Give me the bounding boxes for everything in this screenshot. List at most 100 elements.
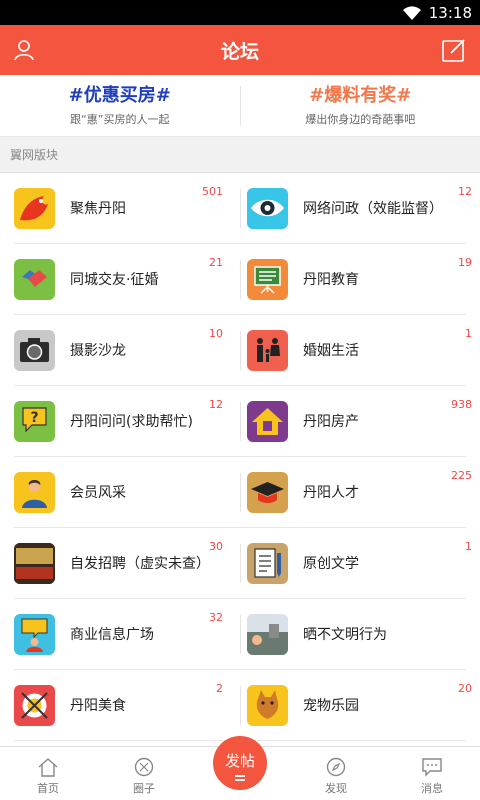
board-row: 会员风采 丹阳人才 225 — [14, 457, 472, 528]
page-title: 论坛 — [220, 40, 259, 63]
divider — [240, 473, 241, 512]
tab-circle[interactable]: 圈子 — [96, 747, 192, 800]
board-label: 丹阳教育 — [303, 272, 359, 288]
promo-subtitle: 爆出你身边的奇葩事吧 — [305, 113, 416, 126]
recruit-icon — [14, 542, 55, 584]
board-label: 晒不文明行为 — [303, 627, 387, 643]
promo-title: #爆料有奖# — [309, 85, 412, 106]
board-count: 19 — [458, 256, 472, 269]
question-icon: ? — [14, 400, 55, 442]
board-label: 聚焦丹阳 — [70, 201, 126, 217]
pet-icon — [247, 684, 288, 726]
tab-messages[interactable]: 消息 — [384, 747, 480, 800]
board-label: 婚姻生活 — [303, 343, 359, 359]
board-count: 12 — [209, 398, 223, 411]
handshake-icon — [14, 258, 55, 300]
tab-home[interactable]: 首页 — [0, 747, 96, 800]
compose-icon[interactable] — [441, 37, 467, 63]
eye-icon — [247, 187, 288, 229]
message-icon — [422, 758, 442, 777]
board-item[interactable]: 商业信息广场 32 — [14, 599, 233, 669]
board-item[interactable]: 宠物乐园 20 — [233, 670, 472, 740]
circle-icon — [134, 757, 154, 777]
board-item[interactable]: 自发招聘（虚实未查） 30 — [14, 528, 233, 598]
house-icon — [247, 400, 288, 442]
board-count: 10 — [209, 327, 223, 340]
board-item[interactable]: 晒不文明行为 — [233, 599, 466, 669]
board-count: 1 — [465, 327, 472, 340]
camera-icon — [14, 329, 55, 371]
board-row: 自发招聘（虚实未查） 30 原创文学 1 — [14, 528, 472, 599]
user-icon[interactable] — [12, 38, 36, 62]
board-row: 丹阳美食 2 宠物乐园 20 — [14, 670, 472, 741]
board-item[interactable]: 原创文学 1 — [233, 528, 472, 598]
board-count: 501 — [202, 185, 223, 198]
status-bar: 13:18 — [0, 0, 480, 25]
divider — [240, 331, 241, 370]
bottom-tab-bar: 首页 圈子 发现 消息 发帖 — [0, 736, 480, 800]
family-icon — [247, 329, 288, 371]
svg-text:?: ? — [30, 410, 38, 426]
board-label: 丹阳人才 — [303, 485, 359, 501]
board-count: 20 — [458, 682, 472, 695]
phoenix-icon — [14, 187, 55, 229]
board-count: 225 — [451, 469, 472, 482]
board-row: 聚焦丹阳 501 网络问政（效能监督） 12 — [14, 173, 472, 244]
divider — [240, 402, 241, 441]
board-row: 同城交友·征婚 21 丹阳教育 19 — [14, 244, 472, 315]
board-item[interactable]: 网络问政（效能监督） 12 — [233, 173, 472, 243]
wifi-icon — [402, 5, 421, 20]
document-icon — [247, 542, 288, 584]
section-header: 翼网版块 — [0, 137, 480, 173]
board-item[interactable]: ? 丹阳问问(求助帮忙) 12 — [14, 386, 233, 456]
board-item[interactable]: 丹阳教育 19 — [233, 244, 472, 314]
food-icon — [14, 684, 55, 726]
board-item[interactable]: 丹阳房产 938 — [233, 386, 472, 456]
divider — [240, 189, 241, 228]
board-item[interactable]: 会员风采 — [14, 457, 233, 527]
tab-discover[interactable]: 发现 — [288, 747, 384, 800]
tab-label: 首页 — [37, 782, 59, 795]
tab-label: 消息 — [421, 782, 443, 795]
board-label: 会员风采 — [70, 485, 126, 501]
graduate-icon — [247, 471, 288, 513]
board-label: 原创文学 — [303, 556, 359, 572]
chat-person-icon — [14, 613, 55, 655]
promo-subtitle: 跟“惠”买房的人一起 — [70, 113, 170, 126]
board-label: 丹阳问问(求助帮忙) — [70, 414, 193, 430]
tab-label: 发现 — [325, 782, 347, 795]
board-label: 网络问政（效能监督） — [303, 201, 443, 217]
board-label: 摄影沙龙 — [70, 343, 126, 359]
divider — [240, 686, 241, 725]
board-count: 21 — [209, 256, 223, 269]
promo-banner: #优惠买房# 跟“惠”买房的人一起 #爆料有奖# 爆出你身边的奇葩事吧 — [0, 75, 480, 137]
board-label: 宠物乐园 — [303, 698, 359, 714]
post-button[interactable]: 发帖 — [213, 736, 267, 790]
board-label: 同城交友·征婚 — [70, 272, 159, 288]
board-count: 1 — [465, 540, 472, 553]
board-item[interactable]: 同城交友·征婚 21 — [14, 244, 233, 314]
promo-title: #优惠买房# — [68, 85, 171, 106]
board-row: ? 丹阳问问(求助帮忙) 12 丹阳房产 938 — [14, 386, 472, 457]
board-item[interactable]: 摄影沙龙 10 — [14, 315, 233, 385]
board-label: 自发招聘（虚实未查） — [70, 556, 210, 572]
board-item[interactable]: 婚姻生活 1 — [233, 315, 472, 385]
board-item[interactable]: 丹阳人才 225 — [233, 457, 472, 527]
board-item[interactable]: 聚焦丹阳 501 — [14, 173, 233, 243]
app-header: 论坛 — [0, 25, 480, 75]
board-count: 938 — [451, 398, 472, 411]
board-label: 丹阳美食 — [70, 698, 126, 714]
compass-icon — [326, 757, 346, 777]
tab-label: 圈子 — [133, 782, 155, 795]
board-count: 32 — [209, 611, 223, 624]
board-item[interactable]: 丹阳美食 2 — [14, 670, 233, 740]
board-grid: 聚焦丹阳 501 网络问政（效能监督） 12 同城交友·征婚 21 丹阳教育 1… — [0, 173, 480, 741]
promo-discount-house[interactable]: #优惠买房# 跟“惠”买房的人一起 — [0, 84, 240, 127]
board-row: 摄影沙龙 10 婚姻生活 1 — [14, 315, 472, 386]
board-count: 30 — [209, 540, 223, 553]
home-icon — [38, 758, 58, 777]
divider — [240, 544, 241, 583]
status-time: 13:18 — [428, 3, 472, 22]
promo-tip-off[interactable]: #爆料有奖# 爆出你身边的奇葩事吧 — [241, 84, 480, 127]
board-count: 12 — [458, 185, 472, 198]
